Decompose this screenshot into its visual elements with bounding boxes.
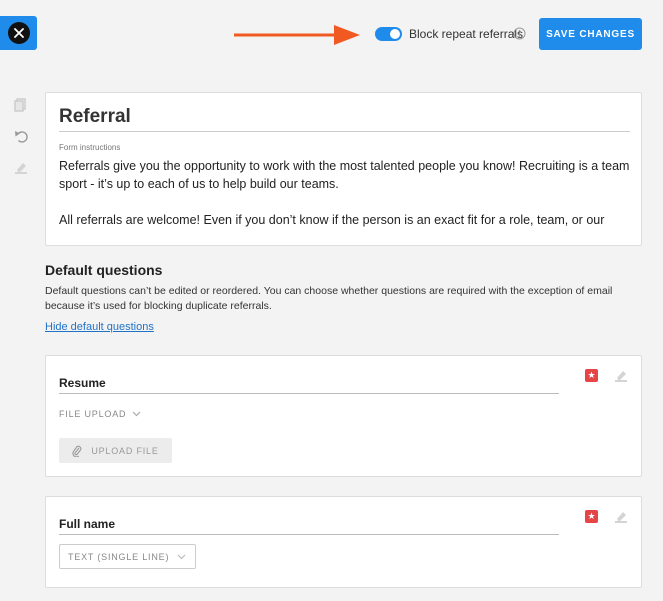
question-type-select[interactable]: TEXT (SINGLE LINE) [59, 544, 196, 569]
annotation-arrow-icon [234, 25, 360, 45]
undo-icon[interactable] [14, 130, 28, 143]
toggle-label: Block repeat referrals [409, 27, 524, 41]
required-star-icon[interactable]: ★ [585, 510, 598, 523]
close-button[interactable] [0, 16, 37, 50]
form-instructions-text[interactable]: Referrals give you the opportunity to wo… [59, 157, 634, 229]
question-type-label: FILE UPLOAD [59, 409, 127, 419]
info-icon[interactable] [513, 27, 526, 40]
copy-icon[interactable] [14, 98, 27, 112]
save-changes-button[interactable]: SAVE CHANGES [539, 18, 642, 50]
close-icon [7, 22, 30, 44]
question-type-label: TEXT (SINGLE LINE) [68, 551, 170, 562]
question-card-resume: Resume ★ FILE UPLOAD UPLOAD FILE [45, 355, 642, 477]
form-instructions-label: Form instructions [59, 143, 121, 152]
required-star-icon[interactable]: ★ [585, 369, 598, 382]
form-card: Referral Form instructions Referrals giv… [45, 92, 642, 246]
stamp-icon[interactable] [615, 369, 627, 383]
question-card-full-name: Full name ★ TEXT (SINGLE LINE) [45, 496, 642, 588]
upload-file-label: UPLOAD FILE [91, 445, 159, 456]
upload-file-button[interactable]: UPLOAD FILE [59, 438, 172, 463]
question-label: Full name [59, 517, 116, 531]
instructions-paragraph: All referrals are welcome! Even if you d… [59, 213, 605, 227]
question-type-dropdown[interactable]: FILE UPLOAD [59, 409, 141, 419]
question-underline [59, 534, 559, 535]
hide-default-questions-link[interactable]: Hide default questions [45, 321, 154, 333]
chevron-down-icon [177, 554, 186, 559]
chevron-down-icon [132, 411, 141, 417]
block-repeat-referrals-toggle[interactable]: Block repeat referrals [375, 27, 523, 41]
instructions-paragraph: Referrals give you the opportunity to wo… [59, 159, 630, 191]
form-title[interactable]: Referral [59, 106, 131, 128]
default-questions-title: Default questions [45, 262, 163, 278]
question-label: Resume [59, 376, 106, 390]
stamp-icon[interactable] [14, 161, 28, 175]
stamp-icon[interactable] [615, 510, 627, 524]
question-underline [59, 393, 559, 394]
paperclip-icon [72, 445, 82, 457]
default-questions-description: Default questions can’t be edited or reo… [45, 285, 613, 312]
toggle-switch[interactable] [375, 27, 402, 41]
title-underline [59, 131, 630, 132]
